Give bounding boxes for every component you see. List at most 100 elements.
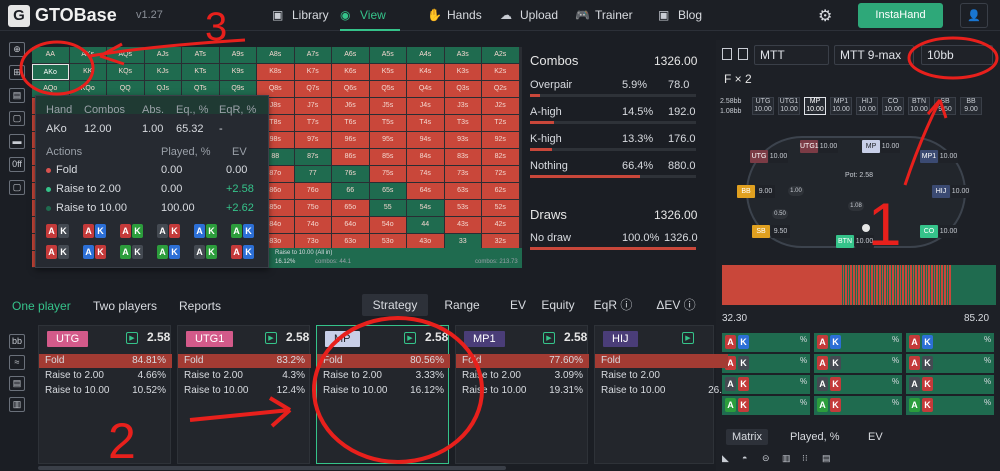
matrix-cell[interactable]: 76s bbox=[332, 166, 369, 182]
matrix-cell[interactable]: 62s bbox=[482, 183, 519, 199]
nav-upload[interactable]: ☁ Upload bbox=[500, 0, 562, 31]
view-mode-icon[interactable]: ⁝⁝ bbox=[802, 453, 808, 464]
matrix-cell[interactable]: KQs bbox=[107, 64, 144, 80]
play-icon[interactable]: ▶ bbox=[543, 332, 555, 344]
matrix-cell[interactable]: AKs bbox=[69, 47, 106, 63]
matrix-cell[interactable]: AJs bbox=[144, 47, 181, 63]
range-cell[interactable]: A K% bbox=[722, 375, 810, 394]
matrix-cell[interactable]: 54s bbox=[407, 200, 444, 216]
range-cell[interactable]: A K% bbox=[906, 375, 994, 394]
nav-library[interactable]: ▣ Library bbox=[272, 0, 332, 31]
tool-button-2[interactable]: ▤ bbox=[9, 88, 25, 103]
matrix-cell[interactable]: 54o bbox=[369, 217, 406, 233]
matrix-cell[interactable]: T4s bbox=[407, 115, 444, 131]
matrix-cell[interactable]: A3s bbox=[444, 47, 481, 63]
side-tool-3[interactable]: ▥ bbox=[9, 397, 25, 412]
matrix-cell[interactable]: A5s bbox=[369, 47, 406, 63]
matrix-cell[interactable]: A4s bbox=[407, 47, 444, 63]
matrix-cell[interactable]: KK bbox=[69, 64, 106, 80]
matrix-cell[interactable]: Q7s bbox=[294, 81, 331, 97]
range-cell[interactable]: A K% bbox=[906, 333, 994, 352]
matrix-cell[interactable]: J7s bbox=[294, 98, 331, 114]
matrix-cell[interactable]: J4s bbox=[407, 98, 444, 114]
range-cell[interactable]: A K% bbox=[906, 354, 994, 373]
horizontal-scrollbar[interactable] bbox=[38, 466, 506, 470]
tab-right-1[interactable]: Range bbox=[436, 294, 488, 316]
matrix-cell[interactable]: T6s bbox=[332, 115, 369, 131]
matrix-cell[interactable]: 52s bbox=[482, 200, 519, 216]
matrix-cell[interactable]: 86s bbox=[332, 149, 369, 165]
tab-right-4[interactable]: EqR ⓘ bbox=[587, 294, 639, 316]
matrix-cell[interactable]: KJs bbox=[144, 64, 181, 80]
matrix-cell[interactable]: J2s bbox=[482, 98, 519, 114]
tool-button-4[interactable]: ▬ bbox=[9, 134, 25, 149]
matrix-cell[interactable]: A6s bbox=[332, 47, 369, 63]
matrix-cell[interactable]: 96s bbox=[332, 132, 369, 148]
matrix-cell[interactable]: 73s bbox=[444, 166, 481, 182]
matrix-cell[interactable]: K2s bbox=[482, 64, 519, 80]
table-player-utg1[interactable]: UTG1 bbox=[800, 140, 819, 153]
matrix-cell[interactable]: KTs bbox=[182, 64, 219, 80]
matrix-cell[interactable]: A9s bbox=[219, 47, 256, 63]
tool-button-3[interactable]: ▢ bbox=[9, 111, 25, 126]
matrix-cell[interactable]: 63s bbox=[444, 183, 481, 199]
side-tool-1[interactable]: ≈ bbox=[9, 355, 25, 370]
matrix-cell[interactable]: J3s bbox=[444, 98, 481, 114]
matrix-cell[interactable]: AKo bbox=[32, 64, 69, 80]
matrix-cell[interactable]: AA bbox=[32, 47, 69, 63]
seat-bb[interactable]: BB 9.00 bbox=[960, 97, 982, 115]
tab-right-3[interactable]: Equity bbox=[532, 294, 584, 316]
book-icon[interactable] bbox=[722, 48, 732, 60]
view-mode-icon[interactable]: ⊝ bbox=[762, 453, 770, 464]
seat-mp1[interactable]: MP1 10.00 bbox=[830, 97, 852, 115]
matrix-cell[interactable]: 75s bbox=[369, 166, 406, 182]
matrix-cell[interactable]: 72s bbox=[482, 166, 519, 182]
matrix-cell[interactable]: J5s bbox=[369, 98, 406, 114]
matrix-cell[interactable]: 75o bbox=[294, 200, 331, 216]
matrix-cell[interactable]: 64s bbox=[407, 183, 444, 199]
range-cell[interactable]: A K% bbox=[814, 354, 902, 373]
tab-reports[interactable]: Reports bbox=[179, 294, 221, 318]
tool-button-0[interactable]: ⊕ bbox=[9, 42, 25, 57]
stack-select[interactable]: 10bb bbox=[921, 45, 993, 65]
matrix-cell[interactable]: 65o bbox=[332, 200, 369, 216]
matrix-cell[interactable]: Q3s bbox=[444, 81, 481, 97]
matrix-cell[interactable]: 42s bbox=[482, 217, 519, 233]
matrix-cell[interactable]: Q4s bbox=[407, 81, 444, 97]
matrix-cell[interactable]: 44 bbox=[407, 217, 444, 233]
matrix-cell[interactable]: 94s bbox=[407, 132, 444, 148]
play-icon[interactable]: ▶ bbox=[404, 332, 416, 344]
matrix-cell[interactable]: 85s bbox=[369, 149, 406, 165]
seat-utg[interactable]: UTG 10.00 bbox=[752, 97, 774, 115]
gtobase-logo-icon[interactable]: G bbox=[8, 5, 30, 27]
position-card-mp1[interactable]: MP1 ▶ 2.58 Fold 77.60% Raise to 2.00 3.09% Rais… bbox=[455, 325, 589, 464]
range-cell[interactable]: A K% bbox=[814, 375, 902, 394]
matrix-cell[interactable]: 84s bbox=[407, 149, 444, 165]
tool-button-1[interactable]: ⊞ bbox=[9, 65, 25, 80]
right-tab-2[interactable]: EV bbox=[862, 429, 889, 445]
instahand-button[interactable]: InstaHand bbox=[858, 3, 943, 28]
matrix-cell[interactable]: 65s bbox=[369, 183, 406, 199]
table-select[interactable]: MTT 9-max bbox=[834, 45, 914, 65]
view-mode-icon[interactable]: ▥ bbox=[782, 453, 791, 464]
nav-view[interactable]: ◉ View bbox=[340, 0, 400, 31]
range-cell[interactable]: A K% bbox=[722, 333, 810, 352]
matrix-cell[interactable]: 77 bbox=[294, 166, 331, 182]
matrix-cell[interactable]: 97s bbox=[294, 132, 331, 148]
table-player-btn[interactable]: BTN bbox=[836, 235, 854, 248]
nav-trainer[interactable]: 🎮 Trainer bbox=[575, 0, 635, 31]
side-tool-0[interactable]: bb bbox=[9, 334, 25, 349]
view-mode-icon[interactable]: ◣ bbox=[722, 453, 729, 464]
matrix-cell[interactable]: 87s bbox=[294, 149, 331, 165]
tool-button-6[interactable]: ▢ bbox=[9, 180, 25, 195]
seat-utg1[interactable]: UTG1 10.00 bbox=[778, 97, 800, 115]
matrix-cell[interactable]: AQs bbox=[107, 47, 144, 63]
matrix-cell[interactable]: 92s bbox=[482, 132, 519, 148]
matrix-cell[interactable]: 66 bbox=[332, 183, 369, 199]
table-player-co[interactable]: CO bbox=[920, 225, 938, 238]
matrix-cell[interactable]: Q6s bbox=[332, 81, 369, 97]
matrix-cell[interactable]: K6s bbox=[332, 64, 369, 80]
range-cell[interactable]: A K% bbox=[722, 354, 810, 373]
position-card-utg[interactable]: UTG ▶ 2.58 Fold 84.81% Raise to 2.00 4.66% Rais… bbox=[38, 325, 172, 464]
matrix-cell[interactable]: K3s bbox=[444, 64, 481, 80]
